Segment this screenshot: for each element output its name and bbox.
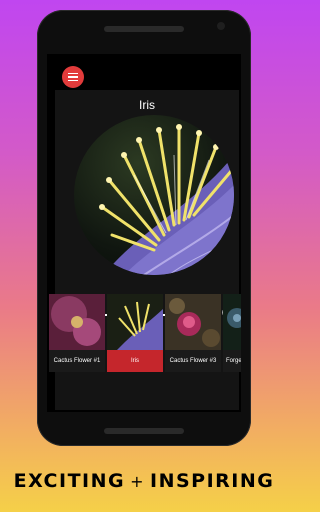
speaker-top — [104, 26, 184, 32]
gallery-item-label: Iris — [107, 350, 163, 372]
gallery-item-label: Cactus Flower #3 — [165, 350, 221, 372]
thumbnail-image — [107, 294, 163, 350]
thumbnail-image — [223, 294, 241, 350]
gallery-item-label: Cactus Flower #1 — [49, 350, 105, 372]
thumbnail-image — [49, 294, 105, 350]
phone-frame: Iris Cactus Flower #1 Iris Cactus Flower… — [37, 10, 251, 446]
gallery-item-cactus-flower-1[interactable]: Cactus Flower #1 — [49, 294, 105, 374]
speaker-bottom — [104, 428, 184, 434]
gallery-strip: Cactus Flower #1 Iris Cactus Flower #3 F… — [49, 294, 241, 376]
gallery-item-iris[interactable]: Iris — [107, 294, 163, 374]
tagline-plus: + — [130, 472, 146, 491]
gallery-item-forge[interactable]: Forge — [223, 294, 241, 374]
camera-icon — [217, 22, 225, 30]
gallery-item-label: Forge — [223, 350, 241, 372]
tagline-right: INSPIRING — [150, 470, 275, 492]
tagline: EXCITING + INSPIRING — [0, 470, 288, 492]
thumbnail-image — [165, 294, 221, 350]
zoomed-image[interactable] — [74, 115, 234, 275]
tagline-left: EXCITING — [13, 470, 126, 492]
hamburger-menu-icon[interactable] — [62, 66, 84, 88]
image-title: Iris — [139, 98, 155, 112]
gallery-item-cactus-flower-3[interactable]: Cactus Flower #3 — [165, 294, 221, 374]
app-screen: Iris Cactus Flower #1 Iris Cactus Flower… — [47, 54, 241, 412]
